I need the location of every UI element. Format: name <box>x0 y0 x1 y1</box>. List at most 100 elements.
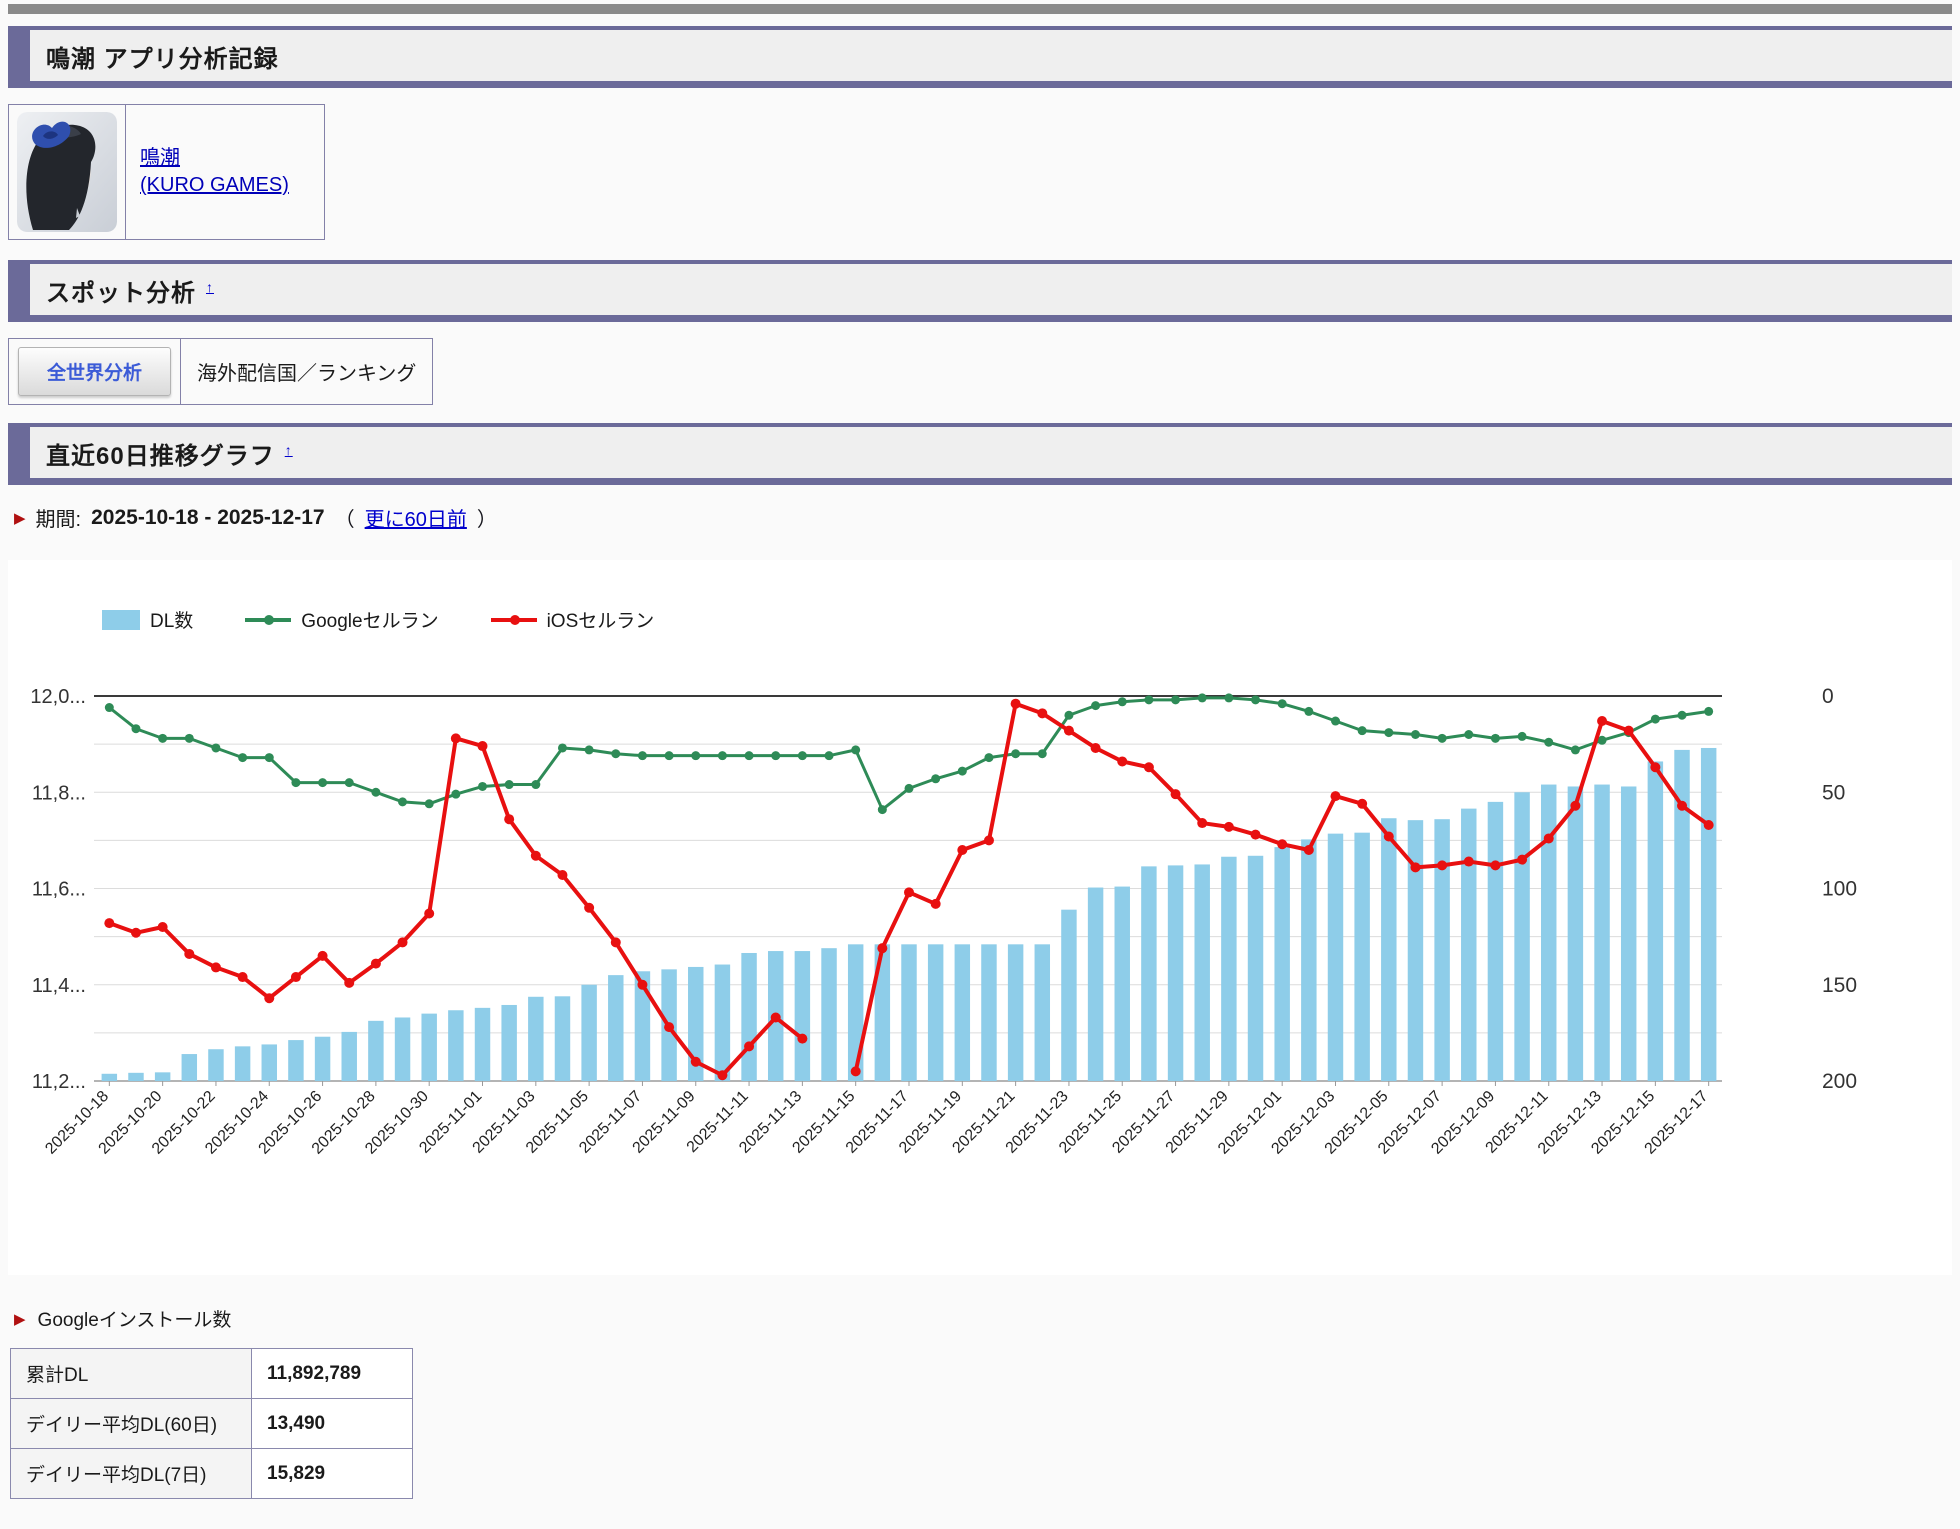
spot-section-header: スポット分析 ↑ <box>8 260 1952 322</box>
spot-section-title: スポット分析 <box>46 280 196 307</box>
data-point <box>691 1057 701 1067</box>
data-point <box>1037 708 1047 718</box>
data-point <box>104 918 114 928</box>
data-point <box>745 751 754 760</box>
dl-bar <box>928 944 943 1081</box>
dl-bar <box>1088 888 1103 1081</box>
svg-text:150: 150 <box>1822 974 1857 997</box>
data-point <box>1304 707 1313 716</box>
data-point <box>771 1012 781 1022</box>
dl-bar <box>1061 910 1076 1081</box>
data-point <box>825 751 834 760</box>
dl-bar <box>448 1010 463 1081</box>
dl-bar <box>1701 748 1716 1081</box>
stat-value: 13,490 <box>252 1399 413 1449</box>
data-point <box>1544 738 1553 747</box>
graph-section-header: 直近60日推移グラフ ↑ <box>8 423 1952 485</box>
spot-top-link[interactable]: ↑ <box>206 279 214 295</box>
dl-bar <box>1594 785 1609 1081</box>
dl-bar <box>368 1021 383 1081</box>
data-point <box>797 1034 807 1044</box>
more-60days-link[interactable]: 更に60日前 <box>365 503 467 532</box>
data-point <box>344 978 354 988</box>
data-point <box>851 1066 861 1076</box>
data-point <box>1411 730 1420 739</box>
stat-label: デイリー平均DL(60日) <box>11 1399 252 1449</box>
data-point <box>1278 699 1287 708</box>
data-point <box>1171 695 1180 704</box>
data-point <box>717 1070 727 1080</box>
data-point <box>1251 830 1261 840</box>
page: 鳴潮 アプリ分析記録 鳴潮 (KURO GAMES) <box>0 0 1960 1529</box>
trend-chart: 12,0...11,8...11,6...11,4...11,2...05010… <box>16 651 1926 1266</box>
data-point <box>185 734 194 743</box>
table-row: デイリー平均DL(7日) 15,829 <box>11 1449 413 1499</box>
data-point <box>1438 734 1447 743</box>
data-point <box>1357 799 1367 809</box>
data-point <box>1277 839 1287 849</box>
data-point <box>425 799 434 808</box>
analysis-tabs: 全世界分析 海外配信国／ランキング <box>8 338 433 405</box>
dl-bar <box>288 1040 303 1081</box>
dl-bar <box>981 944 996 1081</box>
dl-bar <box>315 1037 330 1081</box>
data-point <box>318 951 328 961</box>
svg-text:11,4...: 11,4... <box>32 975 86 997</box>
dl-bars <box>102 748 1717 1081</box>
app-name-link[interactable]: 鳴潮 <box>140 145 310 172</box>
data-point <box>1464 730 1473 739</box>
dl-bar <box>1568 786 1583 1081</box>
data-point <box>611 749 620 758</box>
tab-worldwide-button[interactable]: 全世界分析 <box>18 347 171 396</box>
svg-text:11,6...: 11,6... <box>32 879 86 901</box>
data-point <box>1011 699 1021 709</box>
dl-bar <box>341 1032 356 1081</box>
data-point <box>1437 860 1447 870</box>
data-point <box>505 780 514 789</box>
trend-chart-card: DL数 Googleセルラン iOSセルラン 12,0...11,8...11,… <box>8 560 1952 1275</box>
svg-text:12,0...: 12,0... <box>30 686 86 708</box>
data-point <box>904 887 914 897</box>
data-point <box>531 780 540 789</box>
graph-top-link[interactable]: ↑ <box>285 442 293 458</box>
data-point <box>398 797 407 806</box>
data-point <box>1197 818 1207 828</box>
x-axis-labels: 2025-10-182025-10-202025-10-222025-10-24… <box>42 1081 1711 1158</box>
data-point <box>931 899 941 909</box>
stat-label: デイリー平均DL(7日) <box>11 1449 252 1499</box>
data-point <box>1064 711 1073 720</box>
dl-bar <box>102 1074 117 1081</box>
dl-bar <box>1621 786 1636 1081</box>
data-point <box>1064 726 1074 736</box>
dl-bar <box>208 1049 223 1081</box>
data-point <box>1144 695 1153 704</box>
graph-section-title: 直近60日推移グラフ <box>46 443 275 470</box>
dl-bar <box>501 1005 516 1081</box>
data-point <box>958 767 967 776</box>
data-point <box>1410 862 1420 872</box>
install-heading: ▶ Googleインストール数 <box>14 1305 1946 1332</box>
data-point <box>744 1041 754 1051</box>
stat-label: 累計DL <box>11 1349 252 1399</box>
dl-bar <box>1381 818 1396 1081</box>
app-icon[interactable] <box>17 112 117 232</box>
app-icon-link[interactable] <box>9 105 125 239</box>
data-point <box>131 724 140 733</box>
data-point <box>1304 845 1314 855</box>
data-point <box>131 928 141 938</box>
data-point <box>264 993 274 1003</box>
header-accent-block <box>8 26 30 88</box>
legend-dl: DL数 <box>102 606 193 633</box>
data-point <box>957 845 967 855</box>
data-point <box>478 782 487 791</box>
data-point <box>1224 693 1233 702</box>
tab-overseas[interactable]: 海外配信国／ランキング <box>180 339 432 404</box>
data-point <box>1251 695 1260 704</box>
app-links: 鳴潮 (KURO GAMES) <box>125 105 324 239</box>
app-developer-link[interactable]: (KURO GAMES) <box>140 172 310 199</box>
table-row: 累計DL 11,892,789 <box>11 1349 413 1399</box>
data-point <box>451 733 461 743</box>
data-point <box>504 814 514 824</box>
dl-bar <box>1354 833 1369 1081</box>
legend-dl-label: DL数 <box>150 606 193 633</box>
